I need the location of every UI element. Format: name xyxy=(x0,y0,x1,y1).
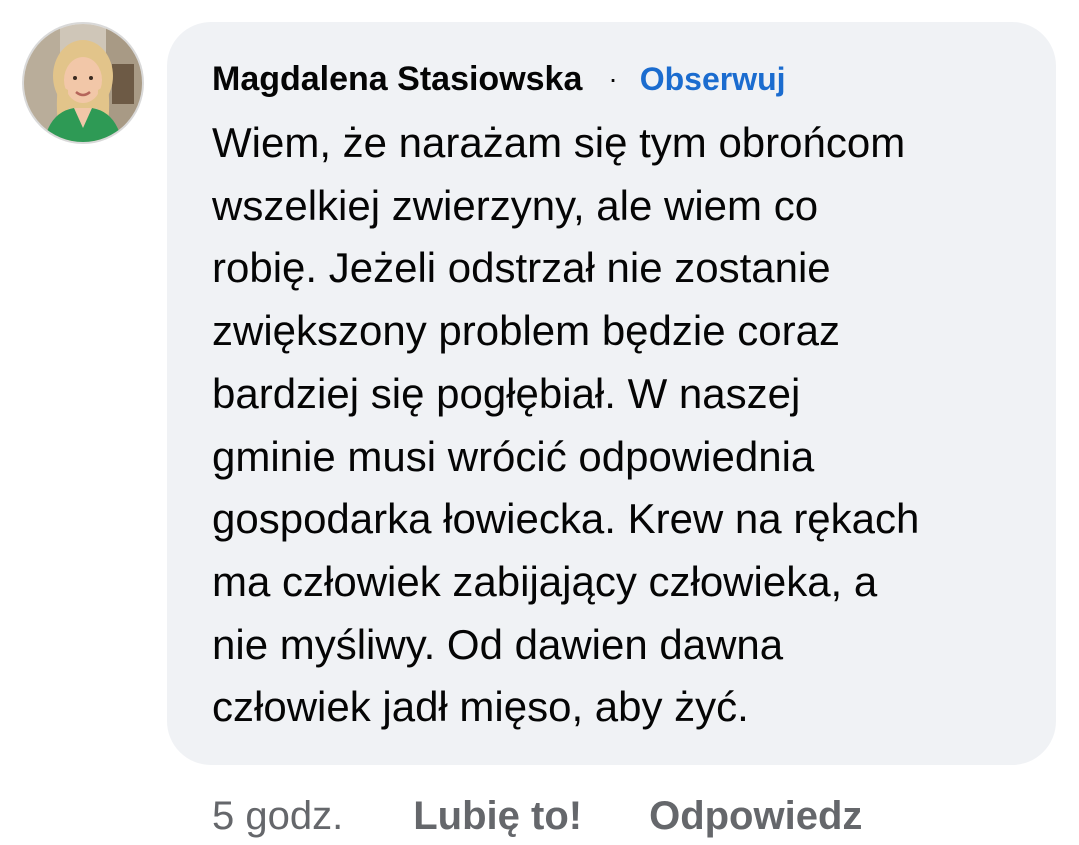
avatar-photo-icon xyxy=(24,24,142,142)
comment-text: Wiem, że narażam się tym obrońcom wszelk… xyxy=(212,119,920,731)
author-avatar[interactable] xyxy=(24,24,142,142)
comment-bubble: Magdalena Stasiowska · Obserwuj Wiem, że… xyxy=(167,22,1056,765)
reply-button[interactable]: Odpowiedz xyxy=(649,788,862,844)
separator-dot: · xyxy=(608,63,618,94)
like-button[interactable]: Lubię to! xyxy=(413,788,582,844)
comment-header: Magdalena Stasiowska · Obserwuj xyxy=(212,56,1026,102)
author-name[interactable]: Magdalena Stasiowska xyxy=(212,56,582,102)
comment-timestamp[interactable]: 5 godz. xyxy=(212,788,343,844)
comment-actions: 5 godz. Lubię to! Odpowiedz xyxy=(212,788,862,844)
follow-link[interactable]: Obserwuj xyxy=(640,56,786,102)
